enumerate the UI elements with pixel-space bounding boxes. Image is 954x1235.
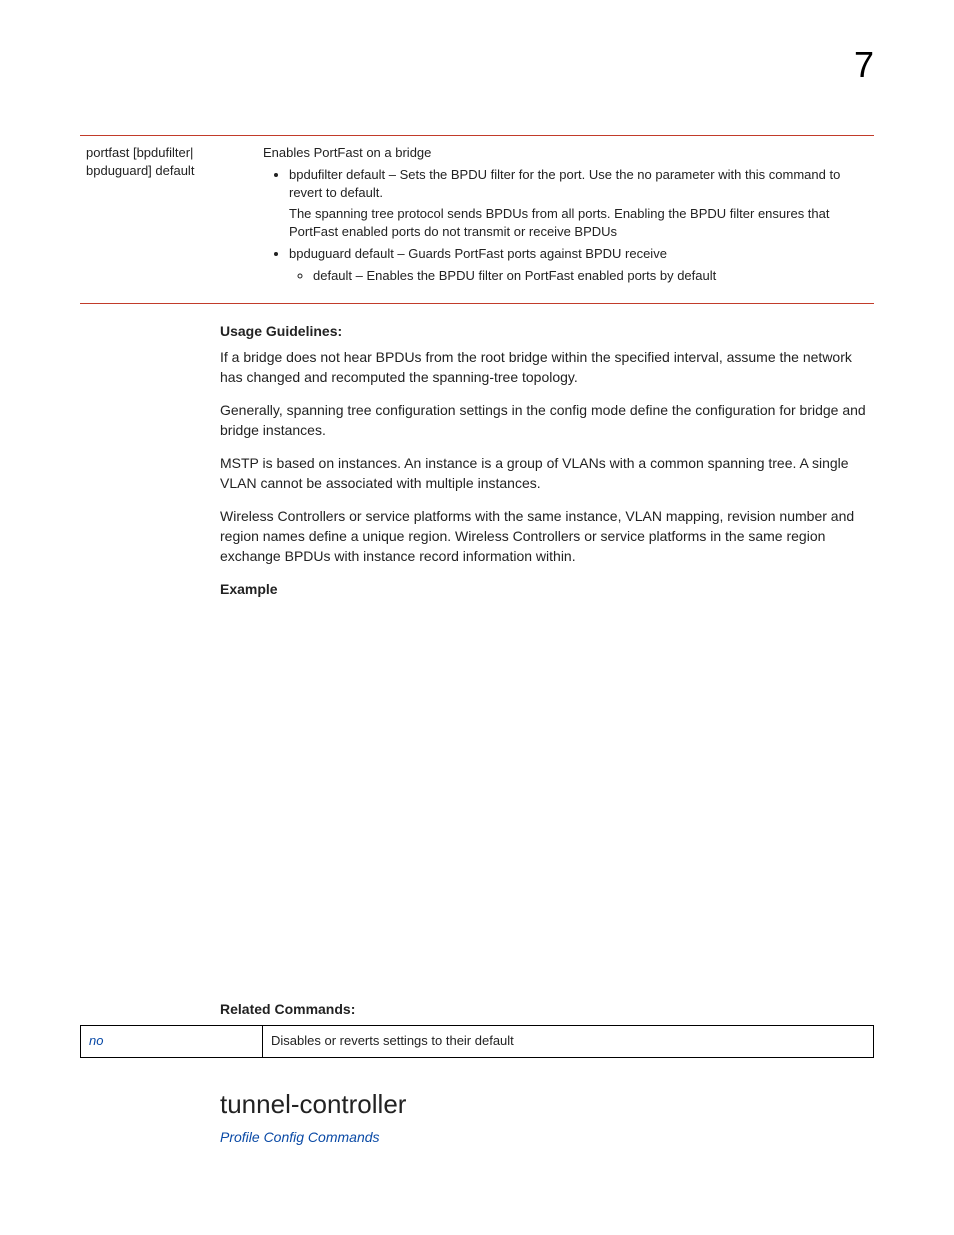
example-content-gap bbox=[80, 606, 874, 986]
command-desc: Disables or reverts settings to their de… bbox=[263, 1026, 874, 1057]
example-heading: Example bbox=[220, 580, 874, 600]
page: 7 portfast [bpdufilter| bpduguard] defau… bbox=[0, 0, 954, 1235]
table-row: no Disables or reverts settings to their… bbox=[81, 1026, 874, 1057]
paragraph: If a bridge does not hear BPDUs from the… bbox=[220, 348, 874, 387]
parameter-name-cell: portfast [bpdufilter| bpduguard] default bbox=[80, 136, 257, 304]
bullet-text: bpduguard default – Guards PortFast port… bbox=[289, 246, 667, 261]
usage-heading: Usage Guidelines: bbox=[220, 322, 874, 342]
sub-bullet-list: default – Enables the BPDU filter on Por… bbox=[289, 267, 868, 285]
table-row: portfast [bpdufilter| bpduguard] default… bbox=[80, 136, 874, 304]
command-link[interactable]: no bbox=[81, 1026, 263, 1057]
parameter-name-line1: portfast [bpdufilter| bbox=[86, 145, 193, 160]
section-title: tunnel-controller bbox=[220, 1086, 874, 1122]
paragraph: Wireless Controllers or service platform… bbox=[220, 507, 874, 566]
parameter-table: portfast [bpdufilter| bpduguard] default… bbox=[80, 135, 874, 304]
page-content: portfast [bpdufilter| bpduguard] default… bbox=[80, 135, 874, 1148]
page-number: 7 bbox=[854, 40, 874, 90]
related-commands-section: Related Commands: bbox=[220, 1000, 874, 1020]
breadcrumb-link[interactable]: Profile Config Commands bbox=[220, 1128, 874, 1148]
parameter-name-line2: bpduguard] default bbox=[86, 163, 194, 178]
parameter-intro: Enables PortFast on a bridge bbox=[263, 144, 868, 162]
parameter-bullet-list: bpdufilter default – Sets the BPDU filte… bbox=[263, 166, 868, 285]
list-item: bpdufilter default – Sets the BPDU filte… bbox=[289, 166, 868, 241]
related-commands-table: no Disables or reverts settings to their… bbox=[80, 1025, 874, 1057]
bullet-text: bpdufilter default – Sets the BPDU filte… bbox=[289, 167, 840, 200]
paragraph: MSTP is based on instances. An instance … bbox=[220, 454, 874, 493]
parameter-desc-cell: Enables PortFast on a bridge bpdufilter … bbox=[257, 136, 874, 304]
paragraph: Generally, spanning tree configuration s… bbox=[220, 401, 874, 440]
list-item: default – Enables the BPDU filter on Por… bbox=[313, 267, 868, 285]
related-heading: Related Commands: bbox=[220, 1000, 874, 1020]
bullet-note: The spanning tree protocol sends BPDUs f… bbox=[289, 205, 868, 241]
next-section: tunnel-controller Profile Config Command… bbox=[220, 1086, 874, 1148]
list-item: bpduguard default – Guards PortFast port… bbox=[289, 245, 868, 285]
usage-section: Usage Guidelines: If a bridge does not h… bbox=[220, 322, 874, 600]
